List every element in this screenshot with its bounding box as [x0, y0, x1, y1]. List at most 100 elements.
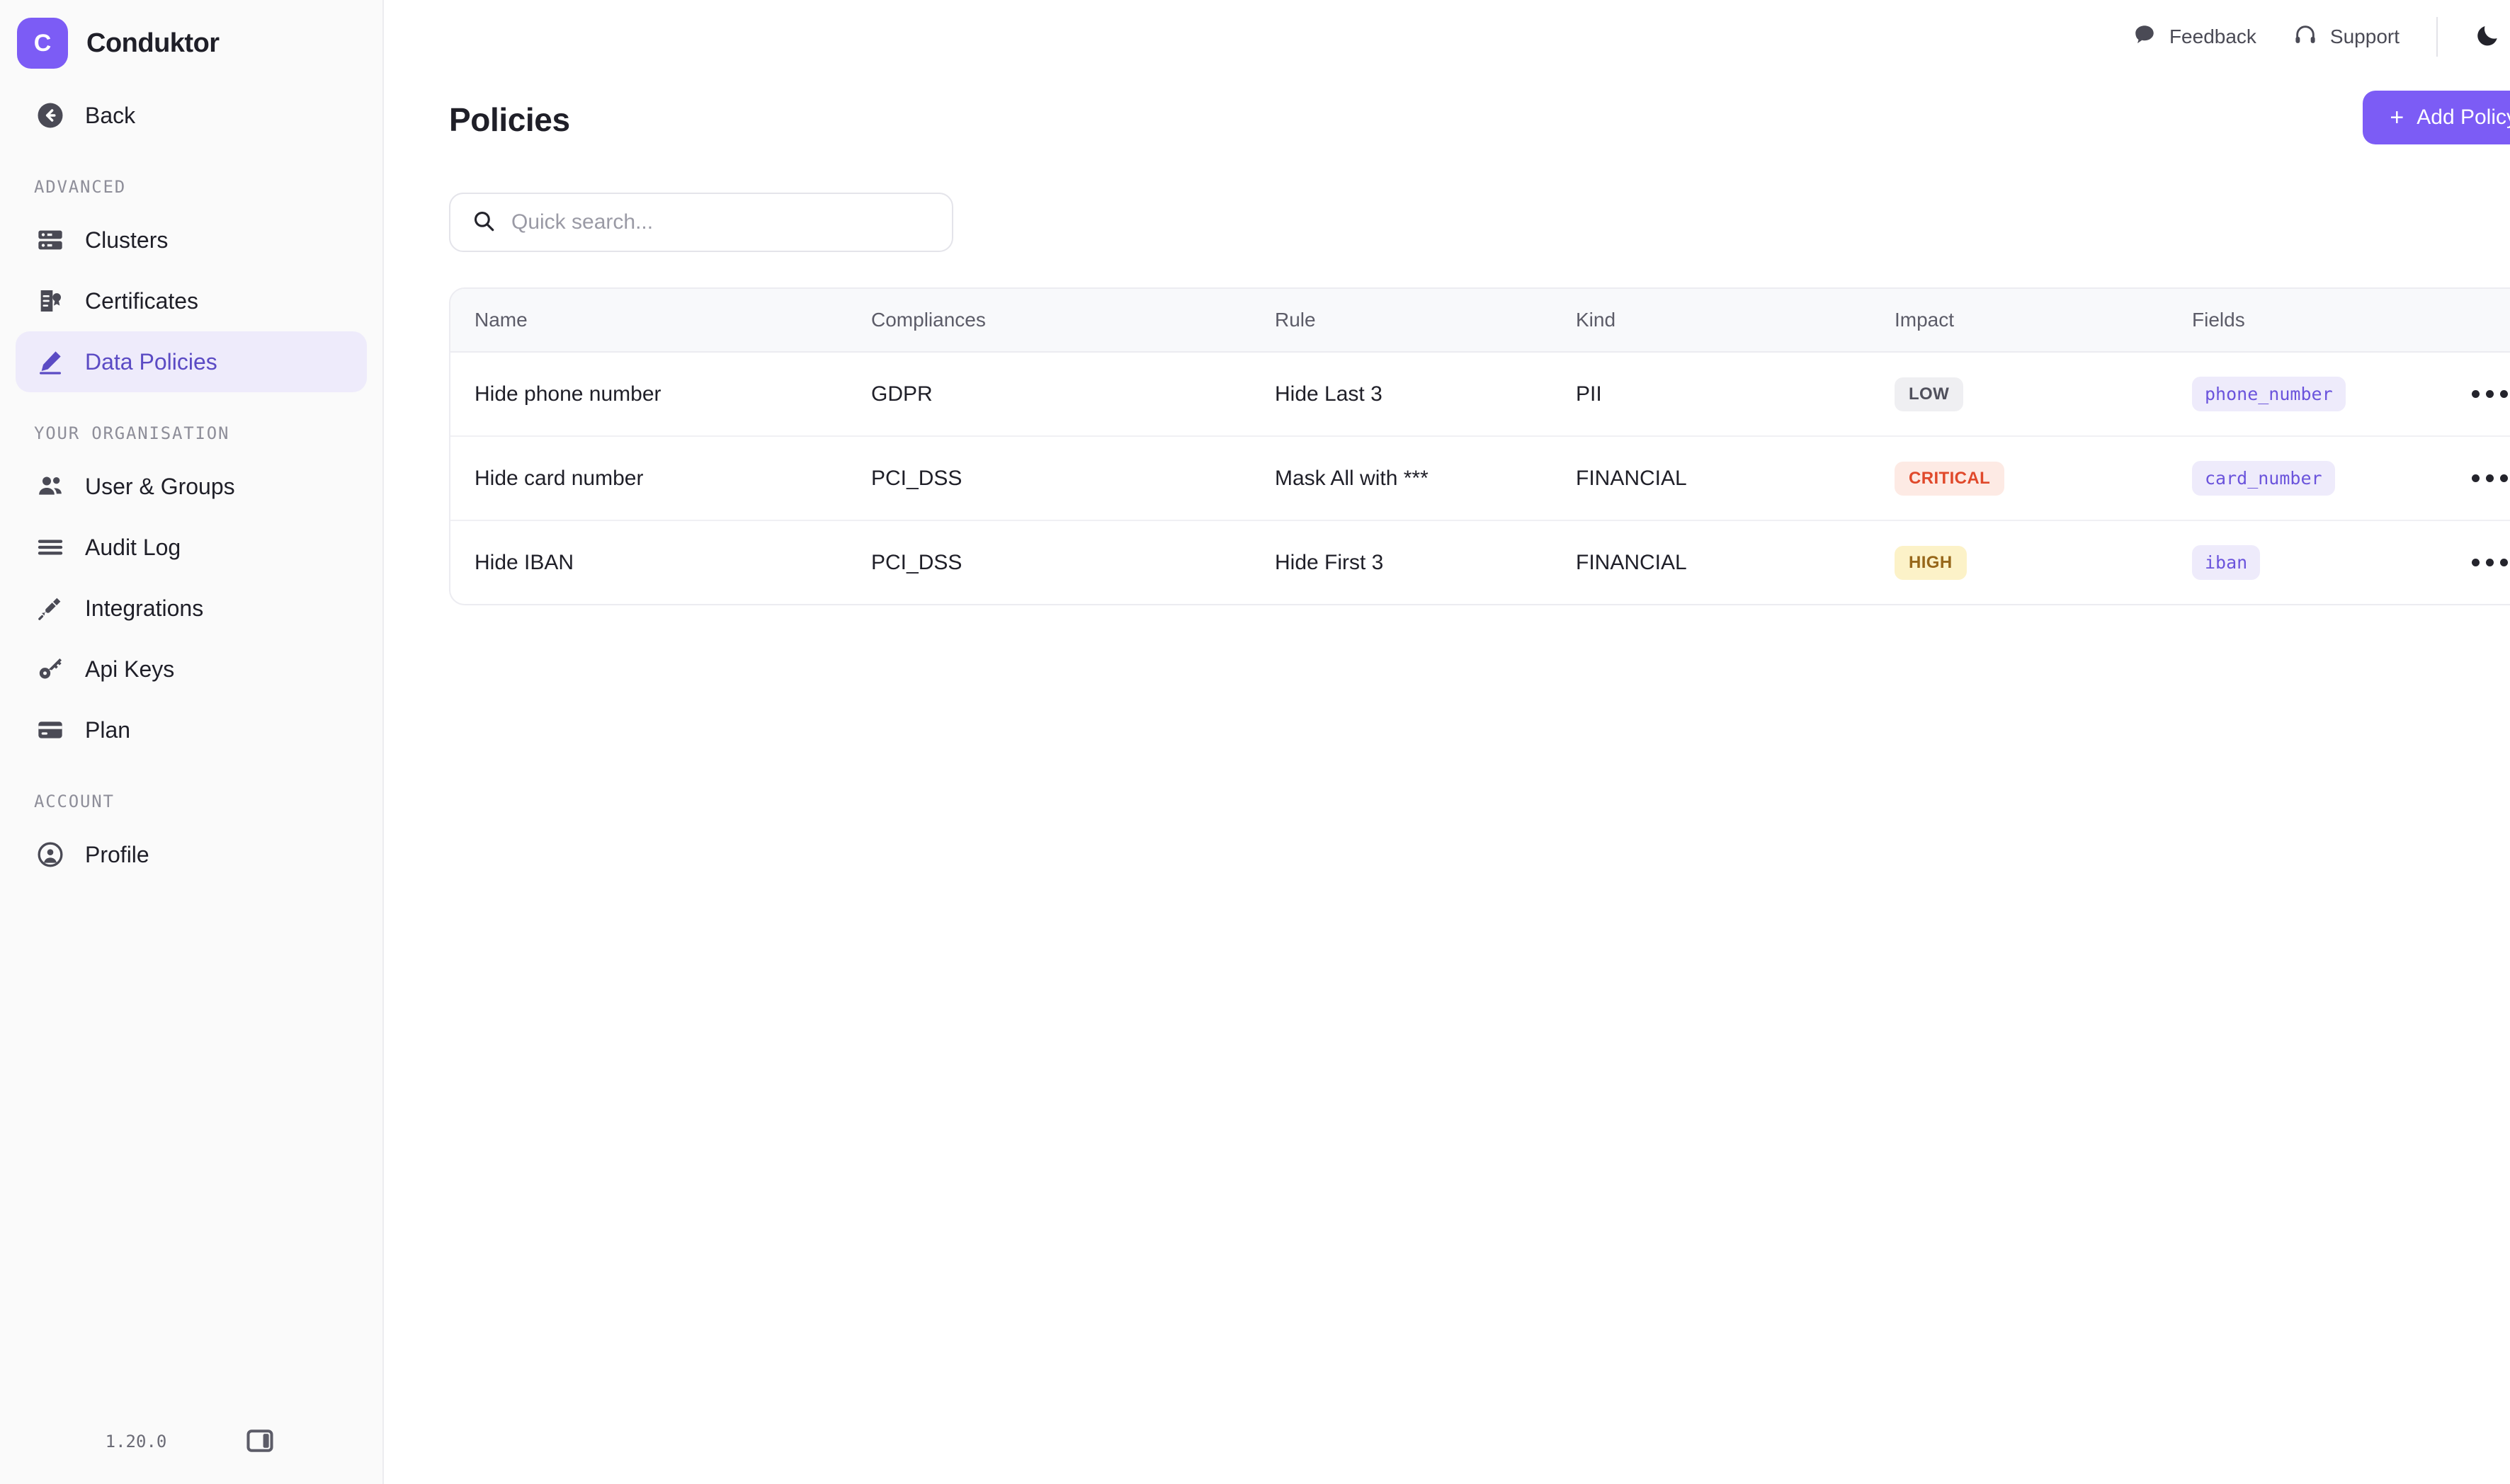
list-icon	[34, 531, 67, 564]
status-badge: HIGH	[1895, 545, 1967, 580]
field-chip: phone_number	[2192, 377, 2346, 411]
cell-impact: LOW	[1870, 352, 2168, 437]
cell-name: Hide card number	[450, 436, 847, 521]
speech-bubble-icon	[2133, 23, 2157, 52]
sidebar-item-plan[interactable]: Plan	[16, 700, 367, 760]
cell-actions	[2437, 436, 2510, 521]
search-input[interactable]	[511, 210, 931, 234]
sidebar-item-label: Profile	[85, 842, 149, 867]
sidebar-item-profile[interactable]: Profile	[16, 824, 367, 885]
back-arrow-icon	[34, 99, 67, 132]
policies-table: Name Compliances Rule Kind Impact Fields…	[449, 287, 2510, 605]
column-header-compliances[interactable]: Compliances	[847, 289, 1251, 353]
topbar-divider	[2436, 17, 2438, 57]
sidebar-item-certificates[interactable]: Certificates	[16, 270, 367, 331]
status-badge: LOW	[1895, 377, 1964, 411]
add-policy-label: Add Policy	[2417, 105, 2510, 129]
feedback-label: Feedback	[2169, 25, 2256, 47]
support-label: Support	[2329, 25, 2400, 47]
sidebar-item-label: Clusters	[85, 227, 169, 253]
pen-icon	[34, 346, 67, 378]
sidebar-item-label: Integrations	[85, 595, 204, 621]
page-title: Policies	[449, 101, 570, 138]
cell-name: Hide IBAN	[475, 550, 574, 574]
table-body: Hide phone number GDPR Hide Last 3 PII L…	[450, 352, 2510, 604]
cell-kind: FINANCIAL	[1576, 550, 1687, 574]
sidebar-item-audit-log[interactable]: Audit Log	[16, 517, 367, 578]
sidebar-item-clusters[interactable]: Clusters	[16, 210, 367, 270]
topbar: Feedback Support A	[384, 0, 2510, 74]
field-chip: card_number	[2192, 461, 2335, 496]
panel-collapse-icon[interactable]	[244, 1425, 277, 1458]
cell-kind: PII	[1552, 352, 1870, 437]
sidebar-item-label: Certificates	[85, 288, 199, 314]
sidebar-item-label: Plan	[85, 717, 131, 743]
support-button[interactable]: Support	[2293, 23, 2400, 52]
column-header-name[interactable]: Name	[450, 289, 847, 353]
feedback-button[interactable]: Feedback	[2133, 23, 2256, 52]
table-row[interactable]: Hide IBAN PCI_DSS Hide First 3 FINANCIAL…	[450, 520, 2510, 604]
sidebar-item-label: Api Keys	[85, 656, 175, 682]
key-icon	[34, 653, 67, 685]
sidebar-item-back[interactable]: Back	[16, 85, 367, 146]
page-header: Policies + Add Policy	[449, 91, 2510, 169]
column-header-rule[interactable]: Rule	[1251, 289, 1552, 353]
theme-toggle-button[interactable]	[2475, 22, 2502, 52]
plus-icon: +	[2390, 104, 2404, 131]
field-chip: iban	[2192, 545, 2261, 580]
sidebar-section-your-organisation: YOUR ORGANISATION	[34, 423, 230, 443]
column-header-fields[interactable]: Fields	[2168, 289, 2437, 353]
moon-icon	[2475, 22, 2502, 52]
sidebar-footer: 1.20.0	[0, 1399, 382, 1484]
users-icon	[34, 470, 67, 503]
page-content: Policies + Add Policy Quick search... Na…	[384, 74, 2510, 605]
main-area: Feedback Support A Policies +	[384, 0, 2510, 1484]
cell-compliances: PCI_DSS	[847, 436, 1251, 521]
add-policy-button[interactable]: + Add Policy	[2363, 91, 2510, 144]
sidebar: C Conduktor Back ADVANCED Clusters Certi…	[0, 0, 384, 1484]
cell-rule: Hide First 3	[1275, 550, 1384, 574]
headset-icon	[2293, 23, 2317, 52]
brand-logo: C	[17, 18, 68, 69]
search-box[interactable]	[449, 193, 953, 252]
sidebar-section-account: ACCOUNT	[34, 792, 115, 811]
version-label: 1.20.0	[105, 1432, 167, 1451]
cell-impact: CRITICAL	[1870, 436, 2168, 521]
server-icon	[34, 224, 67, 256]
cell-compliances: GDPR	[847, 352, 1251, 437]
app-root: C Conduktor Back ADVANCED Clusters Certi…	[0, 0, 2510, 1484]
sidebar-section-advanced: ADVANCED	[34, 177, 126, 197]
status-badge: CRITICAL	[1895, 461, 2005, 496]
cell-actions	[2437, 520, 2510, 604]
cell-fields: phone_number	[2168, 352, 2437, 437]
sidebar-item-integrations[interactable]: Integrations	[16, 578, 367, 639]
sidebar-item-label: User & Groups	[85, 474, 235, 499]
cell-fields: iban	[2168, 520, 2437, 604]
row-actions-menu-button[interactable]	[2461, 390, 2510, 398]
brand-name: Conduktor	[86, 28, 220, 58]
table-row[interactable]: Hide phone number GDPR Hide Last 3 PII L…	[450, 352, 2510, 437]
cell-fields: card_number	[2168, 436, 2437, 521]
column-header-impact[interactable]: Impact	[1870, 289, 2168, 353]
policies-table-element: Name Compliances Rule Kind Impact Fields…	[450, 289, 2510, 604]
sidebar-item-data-policies[interactable]: Data Policies	[16, 331, 367, 392]
credit-card-icon	[34, 714, 67, 746]
sidebar-item-user-groups[interactable]: User & Groups	[16, 456, 367, 517]
cell-actions	[2437, 352, 2510, 437]
table-row[interactable]: Hide card number PCI_DSS Mask All with *…	[450, 436, 2510, 521]
row-actions-menu-button[interactable]	[2461, 559, 2510, 566]
cell-kind: FINANCIAL	[1552, 436, 1870, 521]
brand[interactable]: C Conduktor	[0, 0, 382, 74]
row-actions-menu-button[interactable]	[2461, 474, 2510, 482]
table-header-row: Name Compliances Rule Kind Impact Fields	[450, 289, 2510, 353]
column-header-kind[interactable]: Kind	[1552, 289, 1870, 353]
cell-name: Hide phone number	[450, 352, 847, 437]
certificate-icon	[34, 285, 67, 317]
user-circle-icon	[34, 838, 67, 871]
cell-rule: Hide Last 3	[1251, 352, 1552, 437]
cell-impact: HIGH	[1870, 520, 2168, 604]
search-icon	[472, 209, 496, 236]
cell-rule: Mask All with ***	[1251, 436, 1552, 521]
column-header-actions	[2437, 289, 2510, 353]
sidebar-item-api-keys[interactable]: Api Keys	[16, 639, 367, 700]
